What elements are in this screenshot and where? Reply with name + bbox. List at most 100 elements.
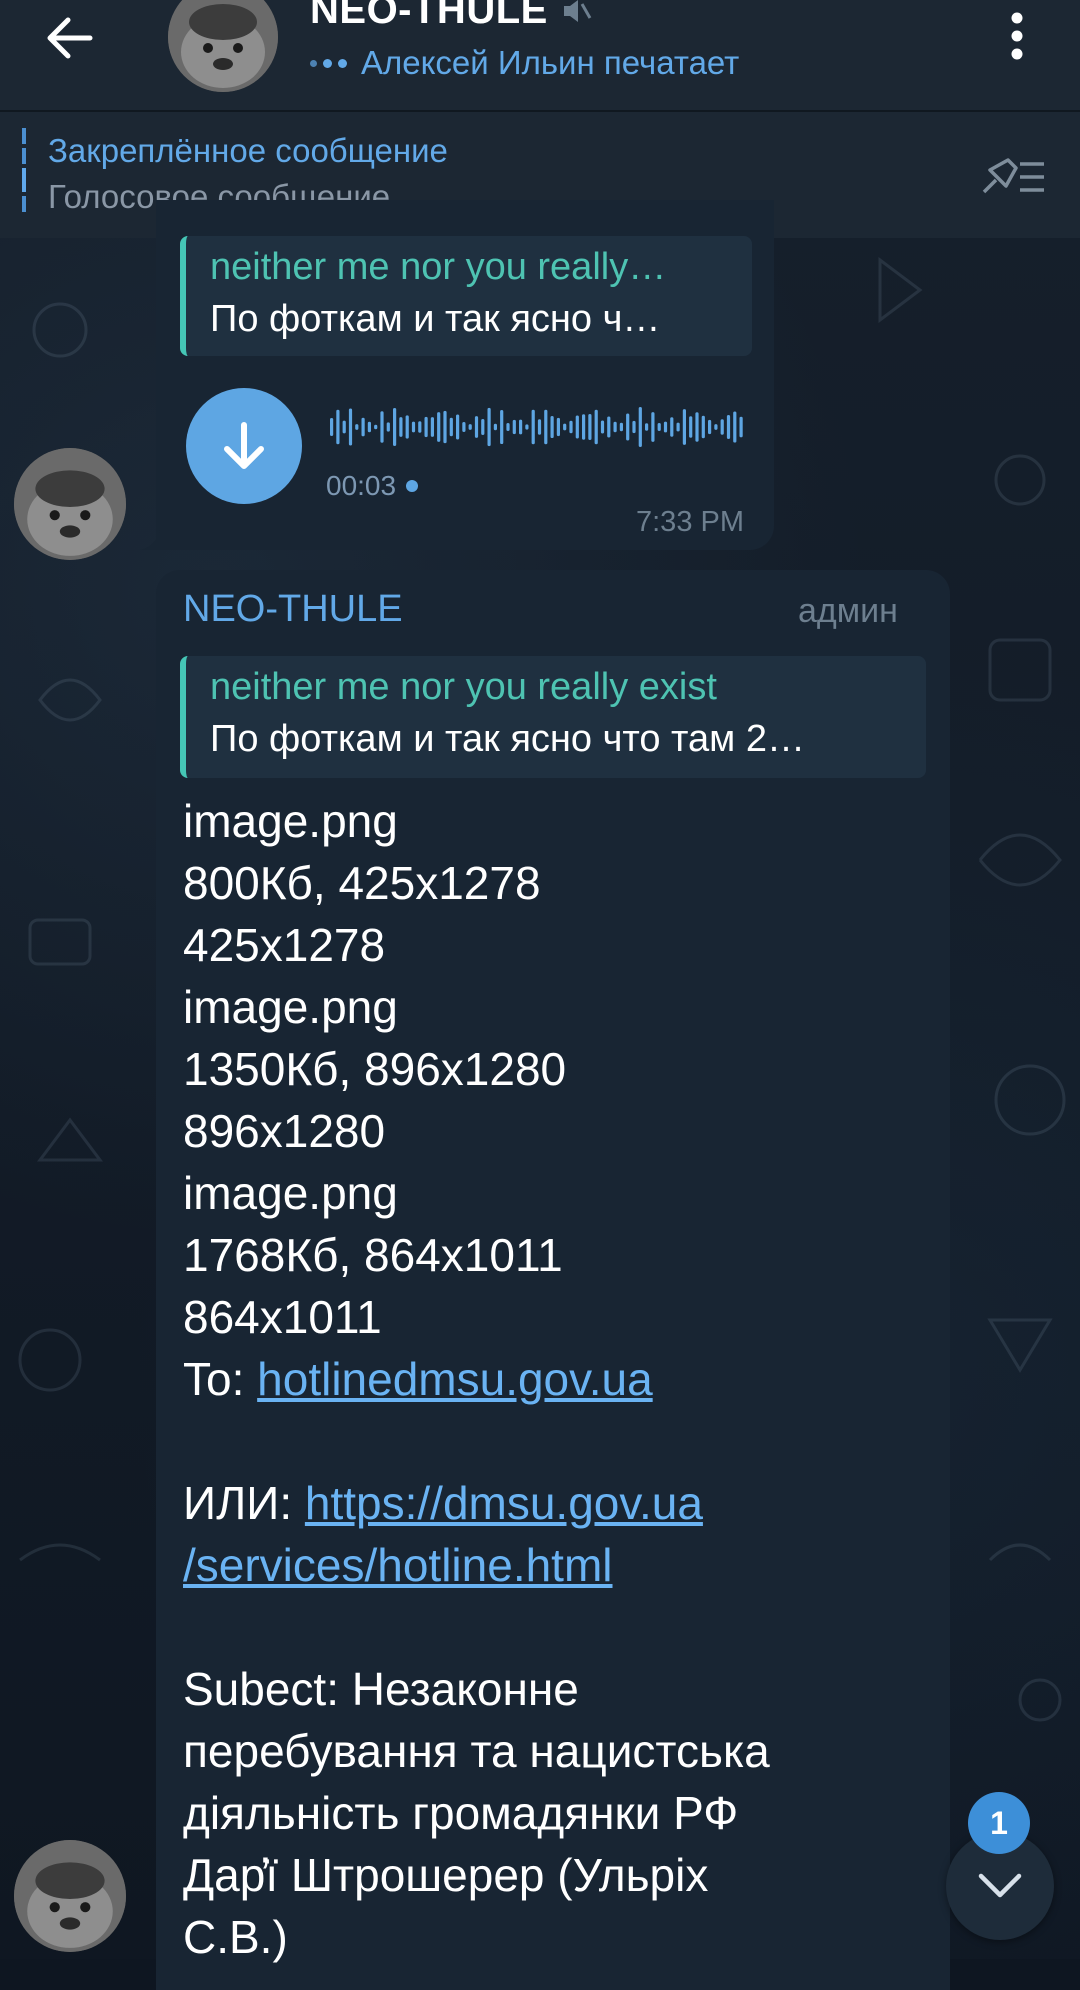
waveform-bar xyxy=(569,420,573,434)
pinned-list-button[interactable] xyxy=(978,152,1048,202)
subject-line: діяльність громадянки РФ xyxy=(183,1787,739,1839)
waveform-bar xyxy=(418,421,422,433)
arrow-down-icon xyxy=(224,422,264,469)
waveform-bar xyxy=(582,414,586,440)
waveform-bar xyxy=(424,416,428,438)
waveform-bar xyxy=(689,416,693,438)
waveform-bar xyxy=(481,418,485,436)
hotline-link[interactable]: https://dmsu.gov.ua xyxy=(305,1477,703,1529)
message-line: 1350Кб, 896x1280 xyxy=(183,1043,567,1095)
voice-duration: 00:03 xyxy=(326,470,419,502)
waveform-bar xyxy=(462,421,466,433)
hotline-link-continued[interactable]: /services/hotline.html xyxy=(183,1539,613,1591)
waveform-bar xyxy=(739,416,743,438)
waveform-bar xyxy=(638,407,642,447)
otter-avatar-image xyxy=(14,1840,126,1952)
unlistened-dot xyxy=(406,480,419,492)
waveform-bar xyxy=(626,413,630,441)
waveform-bar xyxy=(645,423,649,431)
waveform-bar xyxy=(374,424,378,430)
waveform-bar xyxy=(506,423,510,431)
waveform-bar xyxy=(695,412,699,442)
arrow-left-icon xyxy=(47,17,93,59)
message-line: 896x1280 xyxy=(183,1105,386,1157)
waveform-bar xyxy=(380,411,384,443)
waveform-bar xyxy=(733,411,737,443)
waveform-bar xyxy=(714,424,718,430)
waveform-bar xyxy=(430,417,434,437)
otter-avatar-image xyxy=(168,0,278,92)
message-line: 1768Кб, 864x1011 xyxy=(183,1229,563,1281)
waveform-bar xyxy=(531,409,535,445)
message-line: 800Кб, 425x1278 xyxy=(183,857,541,909)
back-button[interactable] xyxy=(40,8,100,68)
more-options-button[interactable] xyxy=(990,6,1044,66)
waveform-bar xyxy=(670,417,674,437)
waveform-bar xyxy=(411,421,416,433)
waveform-bar xyxy=(726,414,731,440)
message-time: 7:33 PM xyxy=(636,506,744,538)
bubble-tail xyxy=(140,530,160,550)
subject-line: Subect: Незаконне xyxy=(183,1663,579,1715)
waveform-bar xyxy=(651,412,655,442)
waveform-bar xyxy=(632,420,636,434)
waveform-bar xyxy=(594,409,598,445)
download-voice-button[interactable] xyxy=(186,388,302,504)
or-label: ИЛИ: xyxy=(183,1477,305,1529)
waveform-bar xyxy=(468,424,472,430)
waveform-bar xyxy=(519,419,523,435)
message-line: image.png xyxy=(183,1167,398,1219)
email-link[interactable]: hotlinedmsu.gov.ua xyxy=(257,1353,653,1405)
waveform-bar xyxy=(348,408,353,446)
to-label: To: xyxy=(183,1353,258,1405)
waveform-bar xyxy=(399,417,403,437)
reply-snippet: По фоткам и так ясно что там 2… xyxy=(210,718,805,760)
waveform-bar xyxy=(537,419,542,435)
subject-line: С.В.) xyxy=(183,1911,288,1963)
pin-position-indicator xyxy=(22,128,26,224)
waveform-bar xyxy=(500,409,504,445)
waveform-bar xyxy=(563,423,567,431)
typing-status-text: Алексей Ильин печатает xyxy=(361,44,740,81)
waveform-bar xyxy=(449,417,453,437)
waveform-bar xyxy=(393,408,397,446)
waveform-bar xyxy=(588,414,592,440)
waveform-bar xyxy=(657,423,661,431)
reply-preview[interactable]: neither me nor you really exist По фотка… xyxy=(180,656,926,778)
voice-duration-text: 00:03 xyxy=(326,470,397,501)
chat-header: NEO-THULE Алексей Ильин печатает xyxy=(0,0,1080,110)
waveform-bar xyxy=(575,415,579,439)
sender-name[interactable]: NEO-THULE xyxy=(183,588,403,631)
waveform-bar xyxy=(342,420,346,434)
waveform-bar xyxy=(550,415,554,439)
reply-preview[interactable]: neither me nor you really… По фоткам и т… xyxy=(180,236,752,356)
waveform-bar xyxy=(512,419,516,435)
waveform-bar xyxy=(525,424,529,430)
typing-status: Алексей Ильин печатает xyxy=(310,44,739,82)
waveform-bar xyxy=(544,409,548,445)
muted-icon xyxy=(563,0,592,22)
waveform-bar xyxy=(701,415,705,439)
vertical-dots-icon xyxy=(1011,12,1023,60)
waveform-bar xyxy=(556,417,560,437)
waveform-bar xyxy=(330,418,334,436)
waveform-bar xyxy=(361,417,365,437)
waveform-bar xyxy=(613,421,617,433)
waveform-bar xyxy=(443,410,447,444)
admin-badge: админ xyxy=(798,592,898,630)
waveform-bar xyxy=(600,420,605,434)
waveform-bar xyxy=(456,414,460,440)
message-line-or: ИЛИ: https://dmsu.gov.ua xyxy=(183,1480,703,1526)
subject-line: Дар̓ї Штрошерер (Ульріх xyxy=(183,1849,709,1901)
waveform-bar xyxy=(487,407,491,447)
sender-avatar[interactable] xyxy=(14,1840,126,1952)
sender-avatar[interactable] xyxy=(14,448,126,560)
subject-line: перебування та нацистська xyxy=(183,1725,770,1777)
chat-title[interactable]: NEO-THULE xyxy=(310,0,548,33)
voice-waveform[interactable] xyxy=(330,400,750,454)
waveform-bar xyxy=(607,416,611,438)
waveform-bar xyxy=(682,409,686,445)
unread-count-badge: 1 xyxy=(968,1792,1030,1854)
chat-avatar[interactable] xyxy=(168,0,278,92)
message-line: 864x1011 xyxy=(183,1291,382,1343)
